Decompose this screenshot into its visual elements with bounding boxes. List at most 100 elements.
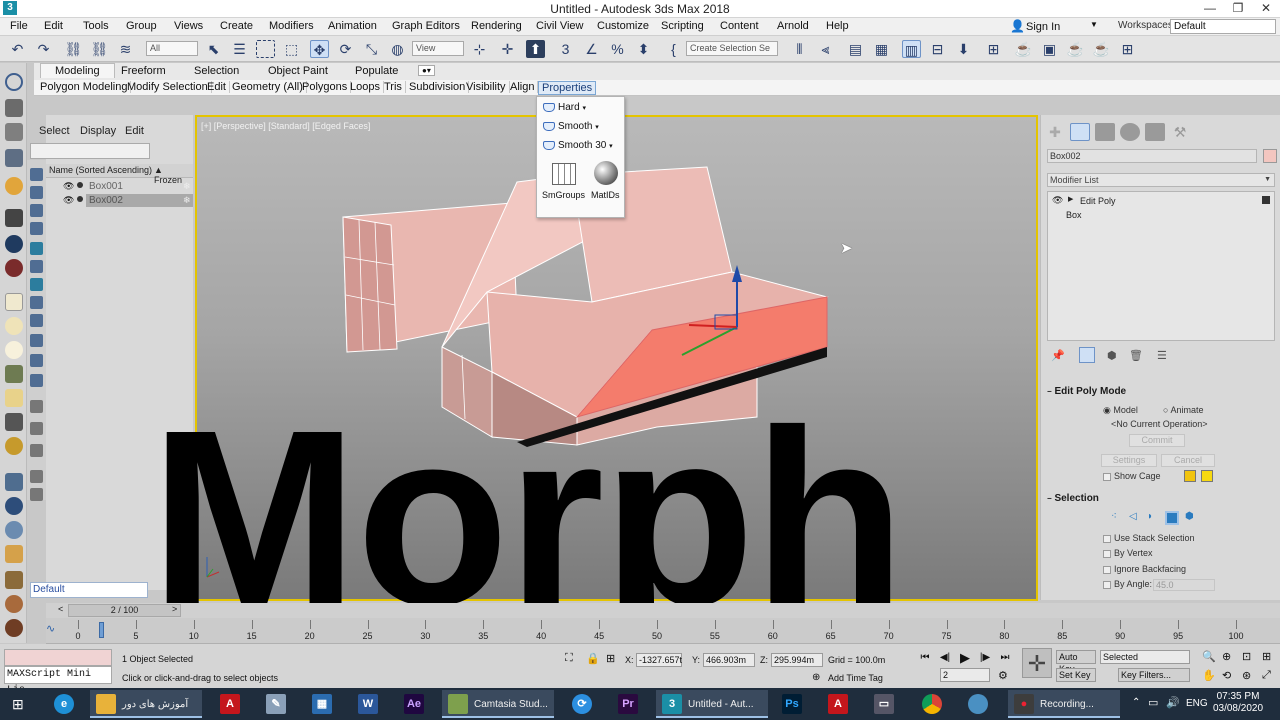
pivot-center-icon[interactable]: ⊹ <box>470 40 489 58</box>
ribbon-polygon-modeling[interactable]: Polygon Modeling <box>37 81 132 93</box>
menu-animation[interactable]: Animation <box>328 20 377 32</box>
menu-arnold[interactable]: Arnold <box>777 20 809 32</box>
manipulate-icon[interactable]: ✛ <box>498 40 517 58</box>
angle-snap-icon[interactable]: ∠ <box>582 40 601 58</box>
key-mode-select[interactable]: Selected <box>1100 650 1190 664</box>
taskbar-after-effects[interactable]: Ae <box>394 690 434 718</box>
x-coordinate-field[interactable]: -1327.657t <box>636 653 682 667</box>
taskbar-chrome[interactable] <box>912 690 952 718</box>
by-angle-checkbox[interactable]: By Angle: <box>1103 579 1152 589</box>
taskbar-browser[interactable] <box>958 690 998 718</box>
link-icon[interactable]: ⛓ <box>64 40 83 58</box>
modify-tab-icon[interactable] <box>1070 123 1090 141</box>
eye-icon[interactable]: 👁 <box>1052 195 1063 206</box>
make-unique-icon[interactable]: ⬢ <box>1107 349 1117 362</box>
visibility-eye-icon[interactable]: 👁 <box>63 195 74 206</box>
use-stack-selection-checkbox[interactable]: Use Stack Selection <box>1103 533 1195 543</box>
vertex-level-icon[interactable]: ⁖ <box>1111 511 1117 522</box>
display-spacewarps-icon[interactable] <box>30 260 43 273</box>
unlink-icon[interactable]: ⛓ <box>90 40 109 58</box>
pin-stack-icon[interactable]: 📌 <box>1051 349 1065 362</box>
ribbon-visibility[interactable]: Visibility <box>463 81 510 93</box>
display-bones-icon[interactable] <box>30 314 43 327</box>
smooth-button[interactable]: Smooth ▾ <box>543 121 599 132</box>
ribbon-edit[interactable]: Edit <box>204 81 230 93</box>
column-name[interactable]: Name (Sorted Ascending) <box>49 165 152 175</box>
tab-object-paint[interactable]: Object Paint <box>268 65 328 77</box>
track-bar[interactable]: ∿ 0 5 10 15 20 25 30 35 40 45 50 55 60 65 70 75 80 85 90 95… <box>46 618 1280 644</box>
matids-icon[interactable] <box>594 161 618 185</box>
taskbar-acrobat[interactable]: A <box>210 690 250 718</box>
sign-in-button[interactable]: 👤 Sign In ▼ <box>1008 19 1100 35</box>
edge-level-icon[interactable]: ◁ <box>1129 511 1137 522</box>
polygon-level-icon[interactable] <box>1165 511 1179 525</box>
menu-create[interactable]: Create <box>220 20 253 32</box>
window-crossing-icon[interactable]: ⬚ <box>282 40 301 58</box>
network-icon[interactable]: ▭ <box>1148 696 1158 709</box>
taskbar-word[interactable]: W <box>348 690 388 718</box>
renderable-dot-icon[interactable] <box>77 196 83 202</box>
cone-primitive-icon[interactable] <box>5 317 23 335</box>
current-frame-field[interactable]: 2 <box>940 668 990 682</box>
close-button[interactable]: ✕ <box>1252 0 1280 18</box>
schematic-view-icon[interactable]: ⬇ <box>954 40 973 58</box>
stack-item-box[interactable]: Box <box>1066 210 1082 220</box>
tab-modeling[interactable]: Modeling <box>40 63 115 78</box>
rollout-edit-poly-mode[interactable]: − Edit Poly Mode <box>1047 386 1273 400</box>
volume-icon[interactable]: 🔊 <box>1166 696 1180 709</box>
spinner-snap-icon[interactable]: ⬍ <box>634 40 653 58</box>
show-end-result-icon[interactable] <box>1079 347 1095 363</box>
scene-explorer-search-input[interactable] <box>30 143 150 159</box>
taskbar-ie[interactable]: e <box>44 690 84 718</box>
smooth30-button[interactable]: Smooth 30 ▾ <box>543 140 613 151</box>
walk-through-icon[interactable]: ⟲ <box>1222 669 1231 682</box>
snaps-toggle-icon[interactable]: 3 <box>556 40 575 58</box>
light-bulb-icon[interactable] <box>5 177 23 195</box>
redo-icon[interactable]: ↷ <box>34 40 53 58</box>
menu-civil-view[interactable]: Civil View <box>536 20 583 32</box>
se-menu-select[interactable]: Select <box>39 125 70 137</box>
display-lights-icon[interactable] <box>30 204 43 217</box>
select-move-icon[interactable]: ✥ <box>310 40 329 58</box>
se-menu-display[interactable]: Display <box>80 125 116 137</box>
maximize-button[interactable]: ❐ <box>1224 0 1252 18</box>
render-production-icon[interactable]: ☕ <box>1066 40 1085 58</box>
invert-display-icon[interactable] <box>30 444 43 457</box>
minimize-button[interactable]: — <box>1196 0 1224 18</box>
z-coordinate-field[interactable]: 295.994m <box>771 653 823 667</box>
configure-modifier-sets-icon[interactable]: ☰ <box>1157 349 1167 362</box>
menu-modifiers[interactable]: Modifiers <box>269 20 314 32</box>
smgroups-icon[interactable] <box>552 163 576 185</box>
display-shapes-icon[interactable] <box>30 186 43 199</box>
set-key-button[interactable]: Set Key <box>1056 668 1096 682</box>
named-selection-set-input[interactable]: Create Selection Se <box>686 41 778 56</box>
go-to-end-icon[interactable]: ⏭ <box>998 651 1012 665</box>
frozen-snowflake-icon[interactable]: ❄ <box>183 181 191 192</box>
animate-radio[interactable]: ○ Animate <box>1163 405 1203 415</box>
display-hidden-icon[interactable] <box>30 374 43 387</box>
tab-freeform[interactable]: Freeform <box>121 65 166 77</box>
object-name-field[interactable]: Box002 <box>1047 149 1257 163</box>
hard-button[interactable]: Hard ▾ <box>543 102 586 113</box>
teapot-icon[interactable] <box>5 365 23 383</box>
menu-edit[interactable]: Edit <box>44 20 63 32</box>
display-groups-icon[interactable] <box>30 278 43 291</box>
hierarchy-tab-icon[interactable] <box>1095 123 1115 141</box>
taskbar-sync[interactable]: ⟳ <box>562 690 602 718</box>
layer-select[interactable]: Default <box>30 582 148 598</box>
ribbon-modify-selection[interactable]: Modify Selection <box>124 81 212 93</box>
pan-icon[interactable]: ✋ <box>1202 669 1216 682</box>
taskbar-autocad[interactable]: A <box>818 690 858 718</box>
list-item[interactable]: Box001 <box>86 180 193 193</box>
modifier-list-select[interactable]: Modifier List ▼ <box>1047 173 1275 187</box>
taskbar-files[interactable]: ▭ <box>864 690 904 718</box>
menu-customize[interactable]: Customize <box>597 20 649 32</box>
material-editor-icon[interactable]: ⊞ <box>984 40 1003 58</box>
ribbon-properties[interactable]: Properties <box>538 81 597 95</box>
by-vertex-checkbox[interactable]: By Vertex <box>1103 548 1153 558</box>
model-radio[interactable]: ◉ Model <box>1103 405 1138 416</box>
zoom-icon[interactable]: 🔍 <box>1202 650 1216 663</box>
absolute-mode-icon[interactable]: ⊞ <box>606 652 615 665</box>
slider-next-icon[interactable]: > <box>172 604 177 614</box>
stack-item-edit-poly[interactable]: Edit Poly <box>1080 196 1116 206</box>
